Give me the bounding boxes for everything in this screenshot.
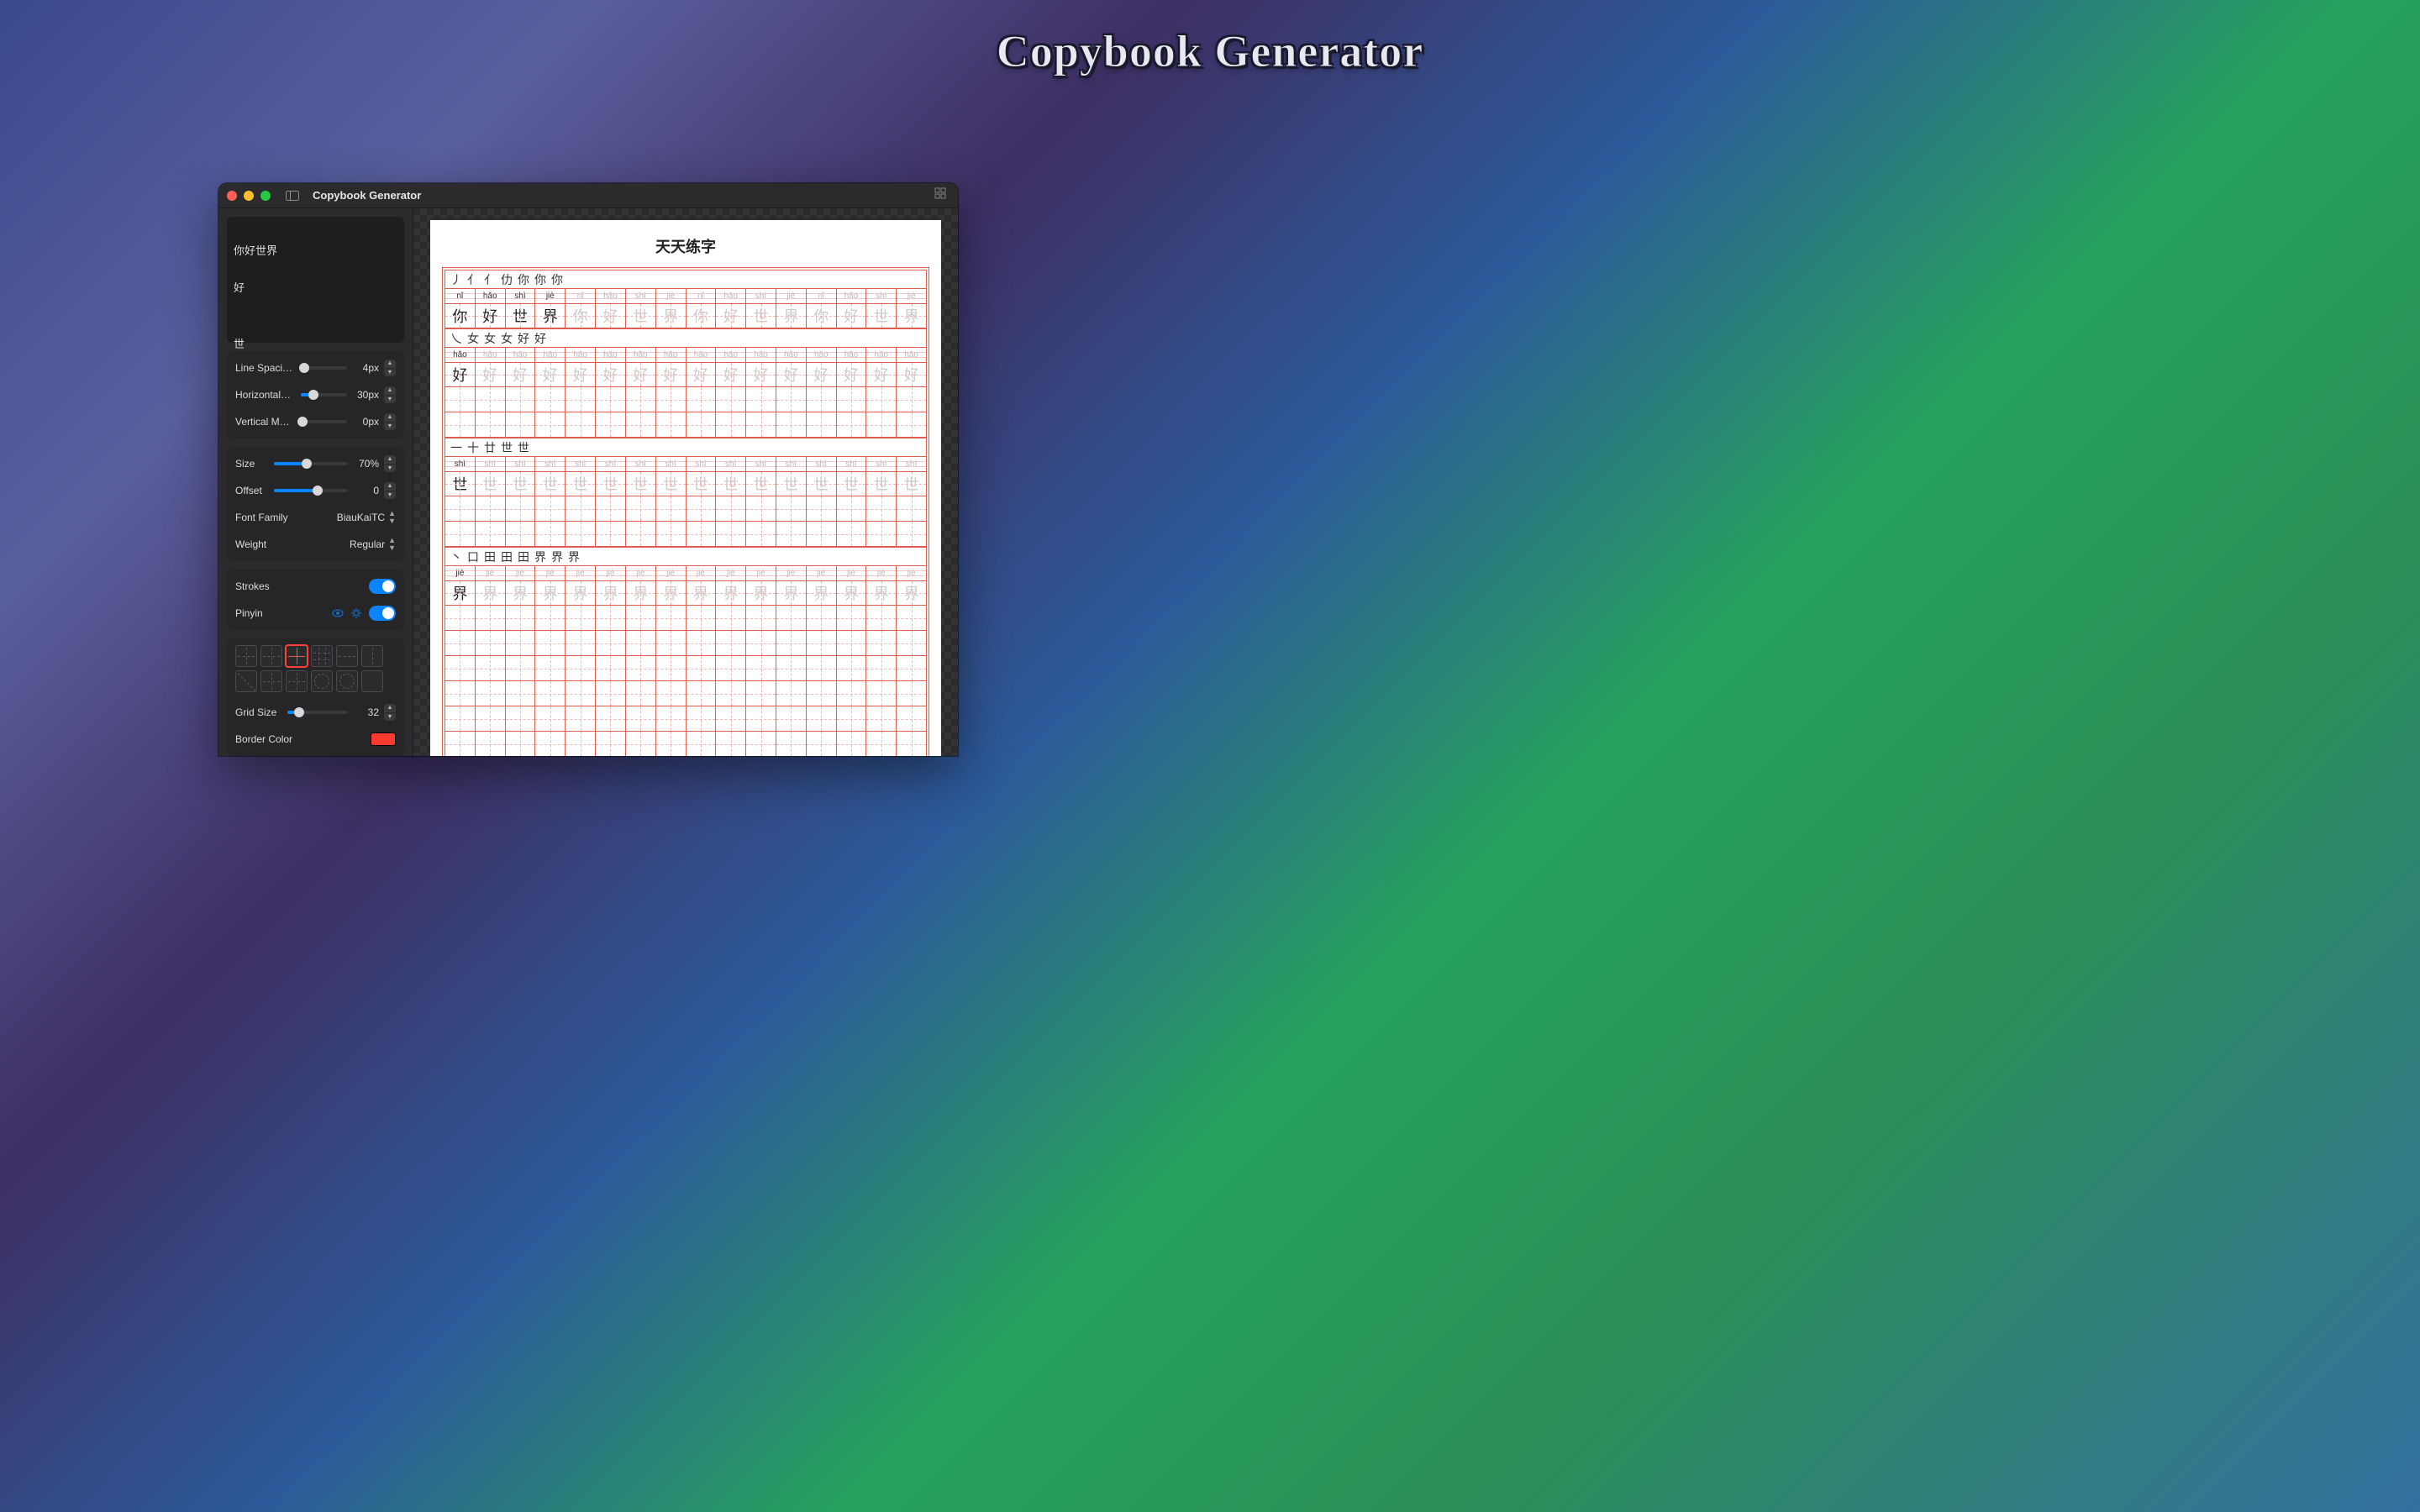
- input-line: 好: [234, 281, 245, 294]
- strokes-label: Strokes: [235, 580, 270, 592]
- blank-row: [445, 412, 927, 438]
- app-window: Copybook Generator 你好世界 好 世 界 Line Spaci…: [218, 183, 958, 756]
- grid-size-value: 32: [352, 706, 379, 718]
- line-spacing-stepper[interactable]: ▲▼: [384, 360, 396, 376]
- eye-icon[interactable]: [332, 607, 344, 619]
- character-row: 世世世世世世世世世世世世世世世世: [445, 471, 927, 496]
- grid-style-option[interactable]: [286, 645, 308, 667]
- paper: 天天练字 丿亻亻仂你你你nǐhǎoshìjiènǐhǎoshìjiènǐhǎos…: [430, 220, 941, 756]
- blank-row: [445, 606, 927, 631]
- pinyin-toggle[interactable]: [369, 606, 396, 621]
- font-family-value: BiauKaiTC: [337, 512, 385, 523]
- offset-value: 0: [352, 485, 379, 496]
- grid-style-option[interactable]: [361, 645, 383, 667]
- stroke-row: 丶口田田田界界界: [445, 547, 927, 565]
- grid-style-option[interactable]: [336, 645, 358, 667]
- size-stepper[interactable]: ▲▼: [384, 455, 396, 472]
- grid-size-stepper[interactable]: ▲▼: [384, 704, 396, 721]
- offset-slider[interactable]: [274, 489, 347, 492]
- input-line: 你好世界: [234, 244, 277, 257]
- grid-style-panel: Grid Size 32 ▲▼ Border Color: [227, 638, 404, 756]
- horizontal-margin-stepper[interactable]: ▲▼: [384, 386, 396, 403]
- border-color-swatch[interactable]: [371, 732, 396, 746]
- border-color-label: Border Color: [235, 733, 292, 745]
- size-value: 70%: [352, 458, 379, 470]
- line-spacing-slider[interactable]: [301, 366, 347, 370]
- chevron-updown-icon: ▲▼: [388, 537, 396, 552]
- offset-label: Offset: [235, 485, 269, 496]
- stroke-row: 一十廿世世: [445, 438, 927, 456]
- weight-value: Regular: [350, 538, 385, 550]
- grid-style-option[interactable]: [235, 645, 257, 667]
- vertical-margin-stepper[interactable]: ▲▼: [384, 413, 396, 430]
- font-panel: Size 70% ▲▼ Offset 0 ▲▼ Font Family Biau…: [227, 447, 404, 561]
- strokes-toggle[interactable]: [369, 579, 396, 594]
- vertical-margin-slider[interactable]: [301, 420, 347, 423]
- input-line: 世: [234, 338, 245, 350]
- blank-row: [445, 681, 927, 706]
- hero-title: Copybook Generator: [997, 25, 1423, 77]
- sidebar: 你好世界 好 世 界 Line Spaci… 4px ▲▼ Horizontal…: [218, 208, 413, 756]
- weight-label: Weight: [235, 538, 266, 550]
- spacing-panel: Line Spaci… 4px ▲▼ Horizontal… 30px ▲▼ V…: [227, 351, 404, 438]
- character-input[interactable]: 你好世界 好 世 界: [227, 217, 404, 343]
- grid-style-option[interactable]: [286, 670, 308, 692]
- toggles-panel: Strokes Pinyin: [227, 570, 404, 630]
- stroke-row: 丿亻亻仂你你你: [445, 270, 927, 288]
- pinyin-row: jièjièjièjièjièjièjièjièjièjièjièjièjièj…: [445, 565, 927, 580]
- stroke-row: 乀女女女好好: [445, 328, 927, 347]
- line-spacing-value: 4px: [352, 362, 379, 374]
- paper-title: 天天练字: [442, 235, 929, 257]
- size-slider[interactable]: [274, 462, 347, 465]
- blank-row: [445, 387, 927, 412]
- preview-pane[interactable]: 天天练字 丿亻亻仂你你你nǐhǎoshìjiènǐhǎoshìjiènǐhǎos…: [413, 208, 958, 756]
- grid-style-option[interactable]: [311, 645, 333, 667]
- grid-style-option[interactable]: [361, 670, 383, 692]
- font-family-select[interactable]: BiauKaiTC ▲▼: [337, 510, 396, 525]
- grid-size-label: Grid Size: [235, 706, 282, 718]
- grid-style-option[interactable]: [260, 645, 282, 667]
- blank-row: [445, 496, 927, 522]
- character-row: 界界界界界界界界界界界界界界界界: [445, 580, 927, 606]
- blank-row: [445, 522, 927, 547]
- horizontal-margin-label: Horizontal…: [235, 389, 296, 401]
- window-zoom-button[interactable]: [260, 191, 271, 201]
- weight-select[interactable]: Regular ▲▼: [350, 537, 396, 552]
- grid-style-option[interactable]: [311, 670, 333, 692]
- pinyin-row: hǎohǎohǎohǎohǎohǎohǎohǎohǎohǎohǎohǎohǎoh…: [445, 347, 927, 362]
- grid-style-option[interactable]: [260, 670, 282, 692]
- pinyin-row: shìshìshìshìshìshìshìshìshìshìshìshìshìs…: [445, 456, 927, 471]
- grid-size-slider[interactable]: [287, 711, 347, 714]
- horizontal-margin-slider[interactable]: [301, 393, 347, 396]
- font-family-label: Font Family: [235, 512, 288, 523]
- chevron-updown-icon: ▲▼: [388, 510, 396, 525]
- offset-stepper[interactable]: ▲▼: [384, 482, 396, 499]
- line-spacing-label: Line Spaci…: [235, 362, 296, 374]
- blank-row: [445, 706, 927, 732]
- window-title: Copybook Generator: [313, 189, 421, 202]
- sidebar-toggle-icon[interactable]: [286, 191, 299, 201]
- vertical-margin-value: 0px: [352, 416, 379, 428]
- grid-style-option[interactable]: [235, 670, 257, 692]
- size-label: Size: [235, 458, 269, 470]
- gear-icon[interactable]: [350, 607, 362, 619]
- blank-row: [445, 732, 927, 756]
- practice-sheet: 丿亻亻仂你你你nǐhǎoshìjiènǐhǎoshìjiènǐhǎoshìjiè…: [442, 267, 929, 756]
- vertical-margin-label: Vertical M…: [235, 416, 296, 428]
- pinyin-label: Pinyin: [235, 607, 263, 619]
- grid-style-picker: [235, 645, 396, 692]
- blank-row: [445, 656, 927, 681]
- titlebar: Copybook Generator: [218, 183, 958, 208]
- window-close-button[interactable]: [227, 191, 237, 201]
- traffic-lights: [227, 191, 271, 201]
- pinyin-row: nǐhǎoshìjiènǐhǎoshìjiènǐhǎoshìjiènǐhǎosh…: [445, 288, 927, 303]
- blank-row: [445, 631, 927, 656]
- grid-style-option[interactable]: [336, 670, 358, 692]
- character-row: 好好好好好好好好好好好好好好好好: [445, 362, 927, 387]
- character-row: 你好世界你好世界你好世界你好世界: [445, 303, 927, 328]
- window-minimize-button[interactable]: [244, 191, 254, 201]
- horizontal-margin-value: 30px: [352, 389, 379, 401]
- toolbar-grid-icon[interactable]: [934, 187, 946, 203]
